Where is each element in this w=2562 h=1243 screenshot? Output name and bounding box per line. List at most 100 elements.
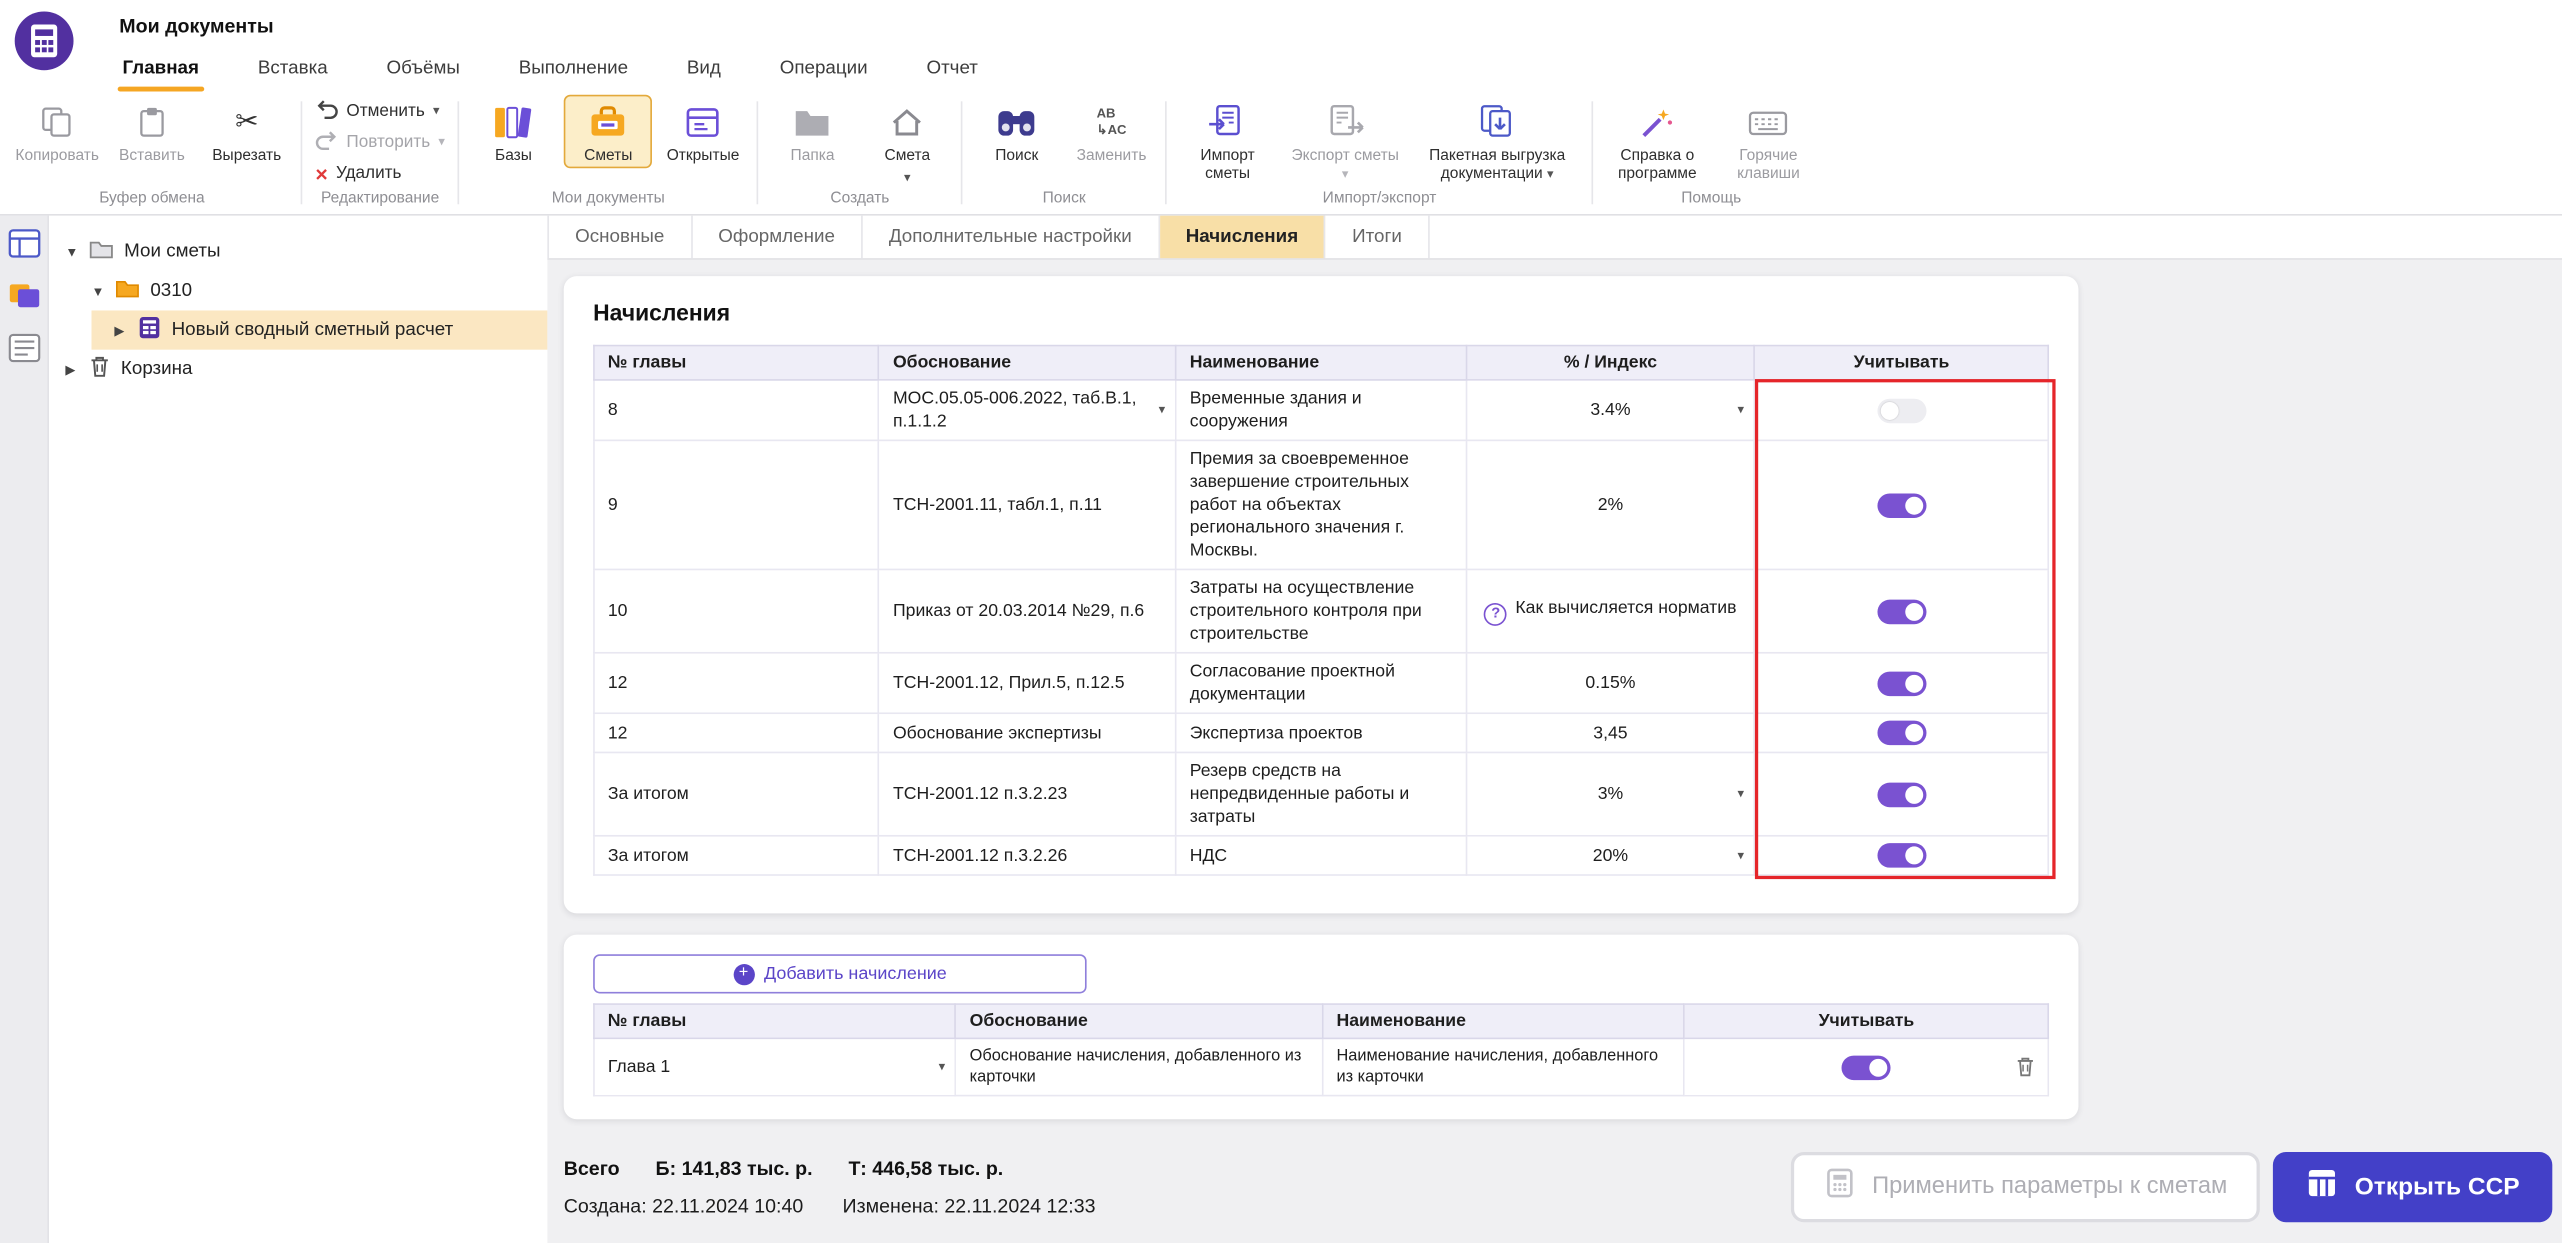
caret-right-icon[interactable]: ▶ [65, 362, 78, 377]
cell-basis-dropdown[interactable]: МОС.05.05-006.2022, таб.В.1, п.1.1.2 ▾ [878, 379, 1177, 442]
replace-icon: AB ↳AC [1096, 106, 1127, 138]
tab-nachisleniya[interactable]: Начисления [1159, 215, 1326, 259]
chevron-down-icon[interactable]: ▾ [1159, 403, 1166, 417]
estimates-button[interactable]: Сметы [564, 94, 653, 169]
tab-otchet[interactable]: Отчет [926, 49, 977, 91]
consider-toggle[interactable] [1876, 397, 1926, 423]
consider-toggle[interactable] [1876, 492, 1926, 518]
col-name: Наименование [1321, 1004, 1686, 1040]
accruals-card: Начисления № главы Обоснование Наименова… [563, 276, 2079, 915]
help-link[interactable]: Как вычисляется норматив [1515, 599, 1736, 619]
question-icon[interactable]: ? [1484, 603, 1508, 627]
cell-index-dropdown[interactable]: 3% ▾ [1465, 752, 1756, 838]
cell-index-help[interactable]: ? Как вычисляется норматив [1465, 568, 1756, 655]
open-documents-button[interactable]: Открытые [659, 95, 747, 168]
consider-toggle[interactable] [1876, 671, 1926, 696]
tab-vid[interactable]: Вид [687, 49, 721, 91]
consider-toggle[interactable] [1876, 843, 1926, 869]
estimate-doc-icon [137, 315, 162, 344]
consider-toggle[interactable] [1876, 599, 1926, 624]
chevron-down-icon[interactable]: ▾ [433, 104, 440, 118]
copy-icon [39, 101, 75, 143]
caret-down-icon[interactable]: ▼ [65, 244, 78, 259]
consider-toggle[interactable] [1876, 721, 1926, 746]
open-ssr-button[interactable]: Открыть ССР [2273, 1151, 2553, 1222]
ribbon-group-editing: Отменить ▾ Повторить ▾ × Удалить Редакти… [302, 92, 458, 215]
table-row: За итогом ТСН-2001.12 п.3.2.23 Резерв ср… [593, 752, 2050, 838]
cut-button[interactable]: ✂ Вырезать [203, 95, 291, 168]
create-estimate-button[interactable]: Смета ▾ [863, 95, 951, 186]
paste-button[interactable]: Вставить [108, 95, 196, 168]
table-row: 10 Приказ от 20.03.2014 №29, п.6 Затраты… [593, 568, 2050, 655]
undo-button[interactable]: Отменить ▾ [315, 99, 445, 124]
tree-item-0310[interactable]: ▼ 0310 [49, 271, 547, 310]
chevron-down-icon[interactable]: ▾ [904, 171, 911, 184]
chevron-down-icon[interactable]: ▾ [1738, 403, 1745, 417]
tab-osnovnye[interactable]: Основные [547, 215, 693, 259]
table-row: 12 Обоснование экспертизы Экспертиза про… [593, 713, 2050, 754]
hotkeys-label: Горячие клавиши [1737, 147, 1800, 183]
undo-icon [315, 99, 338, 124]
caret-down-icon[interactable]: ▼ [92, 283, 105, 298]
chevron-down-icon[interactable]: ▾ [1342, 167, 1349, 182]
modified-timestamp: Изменена: 22.11.2024 12:33 [842, 1193, 1096, 1217]
documents-group-label: Мои документы [551, 189, 665, 208]
chevron-down-icon[interactable]: ▾ [438, 135, 445, 149]
accruals-table: № главы Обоснование Наименование % / Инд… [593, 344, 2050, 877]
tree-item-label: Новый сводный сметный расчет [171, 320, 454, 340]
cell-chapter-dropdown[interactable]: Глава 1 ▾ [593, 1038, 957, 1098]
tree-item-trash[interactable]: ▶ Корзина [49, 350, 547, 389]
rail-layers-icon[interactable] [7, 281, 40, 319]
cell-chapter: За итогом [593, 835, 880, 877]
create-folder-button[interactable]: Папка [768, 95, 856, 168]
tab-glavnaya[interactable]: Главная [117, 49, 204, 92]
status-bar: Всего Б: 141,83 тыс. р. Т: 446,58 тыс. р… [547, 1142, 2562, 1243]
tab-obyomy[interactable]: Объёмы [386, 49, 459, 91]
tab-vstavka[interactable]: Вставка [258, 49, 328, 91]
export-estimate-button[interactable]: Экспорт сметы ▾ [1285, 95, 1406, 186]
consider-toggle[interactable] [1841, 1055, 1891, 1081]
cell-index-dropdown[interactable]: 20% ▾ [1465, 835, 1756, 877]
add-accrual-button[interactable]: + Добавить начисление [593, 955, 1087, 995]
cell-index-dropdown[interactable]: 3.4% ▾ [1465, 379, 1756, 442]
cell-basis: ТСН-2001.11, табл.1, п.11 [878, 439, 1177, 571]
cell-name: Наименование начисления, добавленного из… [1321, 1038, 1686, 1098]
tab-operatsii[interactable]: Операции [780, 49, 868, 91]
delete-row-trash-icon[interactable] [2015, 1056, 2036, 1079]
editing-group-label: Редактирование [320, 189, 440, 208]
tree-item-my-estimates[interactable]: ▼ Мои сметы [49, 232, 547, 271]
apply-parameters-button[interactable]: Применить параметры к сметам [1790, 1151, 2260, 1222]
consider-toggle[interactable] [1876, 782, 1926, 808]
chevron-down-icon[interactable]: ▾ [1738, 849, 1745, 863]
delete-button[interactable]: × Удалить [315, 161, 445, 186]
bases-button[interactable]: Базы [469, 95, 557, 168]
chevron-down-icon[interactable]: ▾ [939, 1060, 946, 1074]
tab-itogi[interactable]: Итоги [1326, 215, 1430, 259]
redo-label: Повторить [346, 132, 431, 152]
create-group-label: Создать [830, 189, 890, 208]
redo-button[interactable]: Повторить ▾ [315, 130, 445, 155]
cell-consider [1753, 713, 2050, 754]
scissors-icon: ✂ [235, 106, 259, 138]
tab-vypolnenie[interactable]: Выполнение [519, 49, 628, 91]
replace-button[interactable]: AB ↳AC Заменить [1067, 95, 1155, 168]
chevron-down-icon[interactable]: ▾ [1738, 787, 1745, 801]
help-about-button[interactable]: Справка о программе [1603, 95, 1711, 186]
copy-button[interactable]: Копировать [13, 95, 101, 168]
import-estimate-button[interactable]: Импорт сметы [1177, 95, 1278, 186]
total-label: Всего [563, 1156, 620, 1179]
rail-grid-view-icon[interactable] [7, 229, 40, 267]
rail-list-icon[interactable] [7, 333, 40, 371]
tree-item-selected-estimate[interactable]: ▶ Новый сводный сметный расчет [91, 310, 548, 350]
cell-basis: ТСН-2001.12 п.3.2.23 [878, 752, 1177, 838]
batch-export-button[interactable]: Пакетная выгрузка документации ▾ [1412, 95, 1582, 186]
hotkeys-button[interactable]: Горячие клавиши [1718, 95, 1819, 186]
tab-oformlenie[interactable]: Оформление [692, 215, 863, 259]
cell-chapter: За итогом [593, 752, 880, 838]
magic-wand-icon [1638, 101, 1677, 143]
tab-dop-nastroyki[interactable]: Дополнительные настройки [863, 215, 1160, 259]
chevron-down-icon[interactable]: ▾ [1547, 167, 1554, 182]
caret-right-icon[interactable]: ▶ [114, 323, 127, 338]
add-accrual-card: + Добавить начисление № главы Обосновани… [563, 935, 2079, 1121]
search-button[interactable]: Поиск [973, 95, 1061, 168]
